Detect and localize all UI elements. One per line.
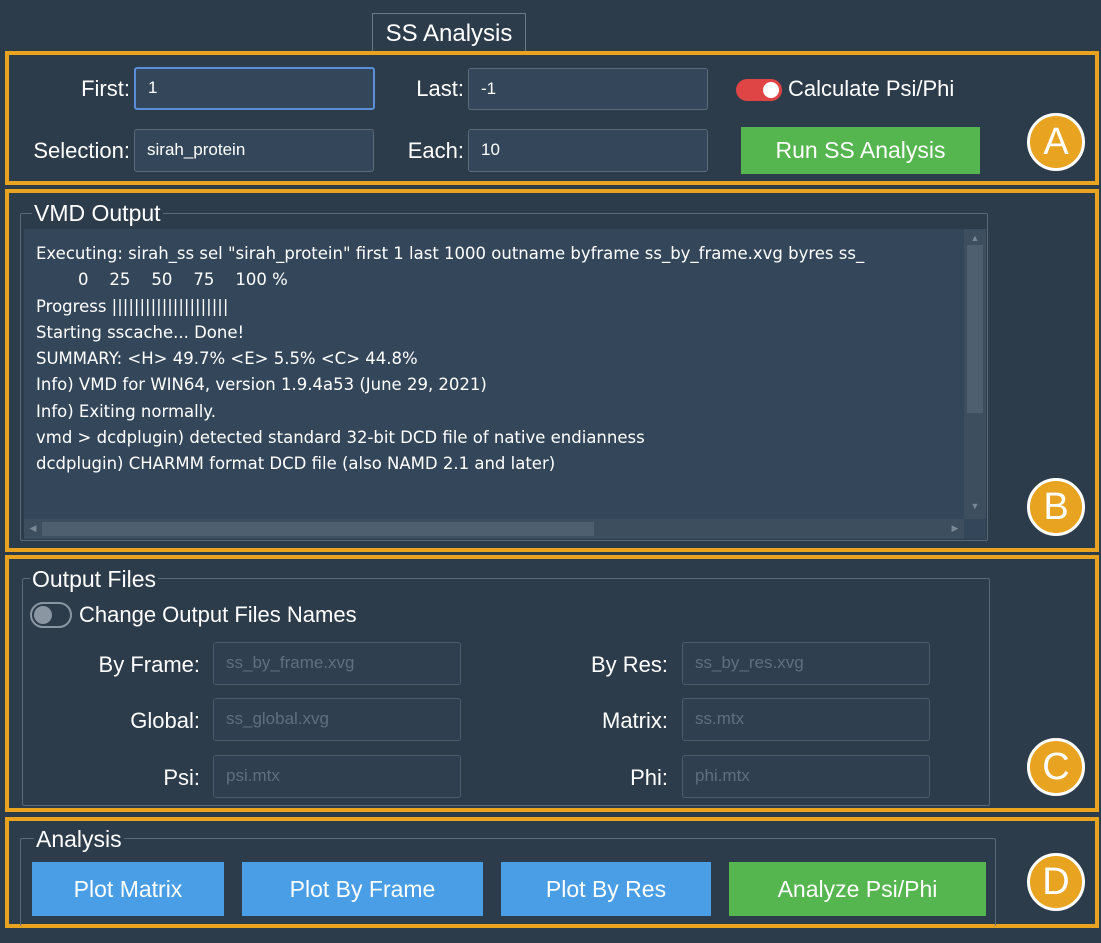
each-label: Each: [407, 138, 464, 163]
vmd-output-title: VMD Output [32, 200, 163, 226]
phi-label: Phi: [630, 765, 668, 790]
calculate-psi-phi-label: Calculate Psi/Phi [788, 76, 955, 101]
selection-field[interactable]: sirah_protein [134, 129, 374, 172]
badge-d: D [1027, 853, 1085, 911]
vmd-output-console[interactable]: Executing: sirah_ss sel "sirah_protein" … [24, 229, 986, 539]
change-output-names-label: Change Output Files Names [79, 602, 357, 627]
by-frame-field[interactable]: ss_by_frame.xvg [213, 642, 461, 685]
phi-field[interactable]: phi.mtx [682, 755, 930, 798]
badge-a: A [1027, 113, 1085, 171]
by-frame-label: By Frame: [98, 652, 200, 677]
console-line: Starting sscache... Done! [36, 322, 245, 342]
first-label: First: [81, 76, 130, 101]
vertical-scrollbar[interactable]: ▲ ▼ [964, 229, 986, 519]
console-line: vmd > dcdplugin) detected standard 32-bi… [36, 428, 645, 448]
first-field[interactable]: 1 [134, 67, 375, 110]
psi-field[interactable]: psi.mtx [213, 755, 461, 798]
horizontal-scrollbar[interactable]: ◀ ▶ [24, 519, 964, 539]
last-field[interactable]: -1 [468, 68, 708, 110]
global-label: Global: [130, 708, 200, 733]
by-res-label: By Res: [590, 652, 668, 677]
matrix-field[interactable]: ss.mtx [682, 698, 930, 741]
console-line: Info) VMD for WIN64, version 1.9.4a53 (J… [36, 375, 487, 395]
run-ss-analysis-button[interactable]: Run SS Analysis [741, 127, 980, 174]
global-field[interactable]: ss_global.xvg [213, 698, 461, 741]
scroll-right-icon[interactable]: ▶ [948, 523, 962, 534]
by-res-field[interactable]: ss_by_res.xvg [682, 642, 930, 685]
change-output-names-toggle[interactable] [30, 602, 72, 628]
badge-c: C [1027, 738, 1085, 796]
console-line: Info) Exiting normally. [36, 401, 216, 421]
last-label: Last: [416, 76, 464, 101]
plot-by-frame-button[interactable]: Plot By Frame [242, 862, 483, 916]
console-line: Progress ||||||||||||||||||||| [36, 296, 229, 316]
calculate-psi-phi-toggle[interactable] [736, 79, 782, 101]
console-line: Executing: sirah_ss sel "sirah_protein" … [36, 244, 865, 263]
scroll-up-icon[interactable]: ▲ [964, 233, 986, 243]
psi-label: Psi: [163, 765, 200, 790]
plot-matrix-button[interactable]: Plot Matrix [32, 862, 224, 916]
scroll-left-icon[interactable]: ◀ [26, 523, 40, 534]
output-files-title: Output Files [30, 566, 158, 592]
console-line: dcdplugin) CHARMM format DCD file (also … [36, 454, 556, 474]
plot-by-res-button[interactable]: Plot By Res [501, 862, 711, 916]
tab-ss-analysis[interactable]: SS Analysis [372, 13, 526, 51]
console-line: SUMMARY: <H> 49.7% <E> 5.5% <C> 44.8% [36, 349, 418, 369]
selection-label: Selection: [33, 138, 130, 163]
each-field[interactable]: 10 [468, 129, 708, 172]
scroll-down-icon[interactable]: ▼ [964, 501, 986, 511]
console-line: 0 25 50 75 100 % [36, 270, 288, 290]
vertical-scroll-thumb[interactable] [967, 245, 983, 413]
analysis-title: Analysis [34, 826, 124, 852]
matrix-label: Matrix: [602, 708, 668, 733]
analyze-psi-phi-button[interactable]: Analyze Psi/Phi [729, 862, 986, 916]
badge-b: B [1027, 478, 1085, 536]
horizontal-scroll-thumb[interactable] [42, 522, 594, 536]
